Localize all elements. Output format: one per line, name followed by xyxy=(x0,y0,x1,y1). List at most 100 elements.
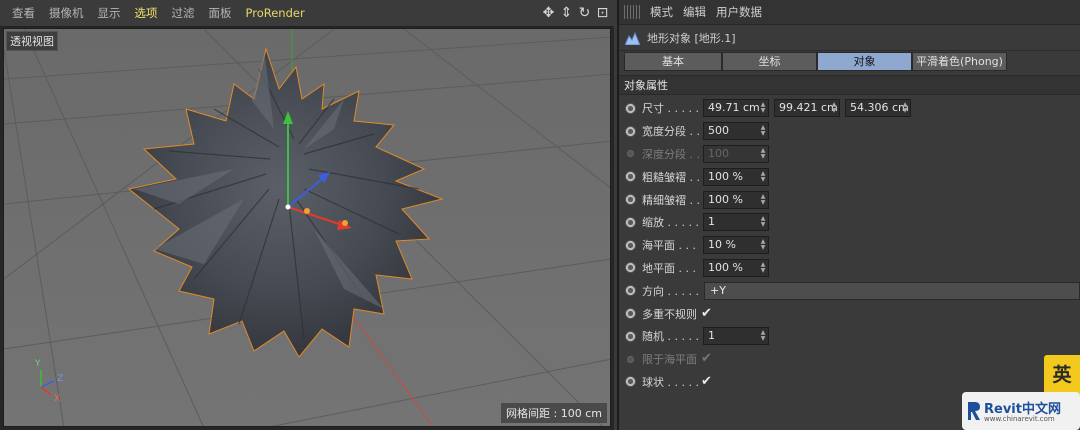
grid-spacing-label: 网格间距 : 100 cm xyxy=(501,403,607,423)
prop-plateau-level: 地平面 . . . 100 % ▲ ▼ xyxy=(619,257,1080,280)
spinner-icon[interactable]: ▲ ▼ xyxy=(760,102,766,114)
prop-sea-level-label: 海平面 . . . xyxy=(642,239,696,253)
corner-axis-x-label: X xyxy=(54,394,61,404)
tab-basic[interactable]: 基本 xyxy=(624,52,722,71)
attr-menu-userdata[interactable]: 用户数据 xyxy=(716,4,762,20)
prop-spherical: 球状 . . . . . ✔ xyxy=(619,371,1080,394)
scale-value: 1 xyxy=(708,215,715,229)
viewport-menu-camera[interactable]: 摄像机 xyxy=(47,5,86,21)
animate-dot-icon[interactable] xyxy=(625,239,636,251)
attribute-manager: 模式 编辑 用户数据 地形对象 [地形.1] 基本 坐标 对象 平滑着色(Pho… xyxy=(617,0,1080,430)
corner-axis-z-label: Z xyxy=(57,374,64,384)
animate-dot-icon[interactable] xyxy=(625,102,636,114)
animate-dot-icon[interactable] xyxy=(625,216,636,228)
scale-field[interactable]: 1 ▲ ▼ xyxy=(703,213,769,232)
attribute-menubar: 模式 编辑 用户数据 xyxy=(619,0,1080,25)
prop-scale: 缩放 . . . . . 1 ▲ ▼ xyxy=(619,211,1080,234)
spinner-icon: ▲ ▼ xyxy=(760,146,766,160)
fine-wrinkles-field[interactable]: 100 % ▲ ▼ xyxy=(703,190,769,209)
depth-segments-field: 100 ▲ ▼ xyxy=(703,144,769,163)
depth-segments-value: 100 xyxy=(708,146,729,160)
animate-dot-icon[interactable] xyxy=(625,171,636,183)
prop-spherical-label: 球状 . . . . . xyxy=(642,375,699,389)
animate-dot-icon[interactable] xyxy=(625,262,636,274)
tab-phong[interactable]: 平滑着色(Phong) xyxy=(912,52,1007,71)
animate-dot-icon xyxy=(627,355,634,363)
orientation-value: +Y xyxy=(710,283,726,297)
viewport-panel: 查看 摄像机 显示 选项 过滤 面板 ProRender ✥ ⇕ ↻ ⊡ Y Z… xyxy=(0,0,614,430)
spinner-icon[interactable]: ▲ ▼ xyxy=(760,193,766,206)
seed-value: 1 xyxy=(708,329,715,343)
plateau-level-field[interactable]: 100 % ▲ ▼ xyxy=(703,258,769,277)
viewport-menu-prorender[interactable]: ProRender xyxy=(244,6,307,20)
maximize-view-icon[interactable]: ⊡ xyxy=(595,4,610,22)
spinner-icon[interactable]: ▲ ▼ xyxy=(760,261,766,274)
width-segments-value: 500 xyxy=(708,124,729,138)
prop-rough-wrinkles-label: 粗糙皱褶 . . xyxy=(642,170,700,184)
prop-limit-sea-level-label: 限于海平面 xyxy=(642,353,697,367)
spinner-icon[interactable]: ▲ ▼ xyxy=(760,330,766,342)
animate-dot-icon[interactable] xyxy=(625,376,636,388)
spinner-icon[interactable]: ▲ ▼ xyxy=(760,170,766,183)
object-header: 地形对象 [地形.1] xyxy=(619,25,1080,51)
view-name-label[interactable]: 透视视图 xyxy=(6,31,58,51)
spinner-icon[interactable]: ▲ ▼ xyxy=(902,102,908,114)
viewport-tools: ✥ ⇕ ↻ ⊡ xyxy=(541,4,610,22)
ime-badge: 英 xyxy=(1044,355,1080,395)
viewport-menu-view[interactable]: 查看 xyxy=(10,5,37,21)
animate-dot-icon[interactable] xyxy=(625,125,636,137)
multifractal-checkbox[interactable]: ✔ xyxy=(701,305,712,323)
prop-orientation-label: 方向 . . . . . xyxy=(642,284,699,298)
fine-wrinkles-value: 100 % xyxy=(708,192,743,206)
width-segments-field[interactable]: 500 ▲ ▼ xyxy=(703,122,769,141)
panel-grip-icon[interactable] xyxy=(624,5,640,19)
prop-rough-wrinkles: 粗糙皱褶 . . 100 % ▲ ▼ xyxy=(619,165,1080,188)
section-title: 对象属性 xyxy=(619,75,1080,95)
orientation-dropdown[interactable]: +Y xyxy=(704,281,1080,300)
animate-dot-icon[interactable] xyxy=(625,194,636,206)
spinner-icon[interactable]: ▲ ▼ xyxy=(831,102,837,114)
object-title: 地形对象 [地形.1] xyxy=(647,31,736,45)
spherical-checkbox[interactable]: ✔ xyxy=(701,373,712,391)
prop-plateau-level-label: 地平面 . . . xyxy=(642,261,696,275)
tab-object[interactable]: 对象 xyxy=(817,52,912,71)
viewport-menu-panel[interactable]: 面板 xyxy=(207,5,234,21)
prop-seed: 随机 . . . . . 1 ▲ ▼ xyxy=(619,325,1080,348)
move-view-icon[interactable]: ✥ xyxy=(541,4,556,22)
prop-sea-level: 海平面 . . . 10 % ▲ ▼ xyxy=(619,234,1080,257)
prop-multifractal-label: 多重不规则 xyxy=(642,307,697,321)
prop-width-segments: 宽度分段 . . 500 ▲ ▼ xyxy=(619,120,1080,143)
viewport-menu-options[interactable]: 选项 xyxy=(133,5,160,21)
watermark-subtext: www.chinarevit.com xyxy=(984,415,1055,423)
spinner-icon[interactable]: ▲ ▼ xyxy=(760,216,766,228)
plateau-level-value: 100 % xyxy=(708,260,743,274)
tab-coordinates[interactable]: 坐标 xyxy=(722,52,817,71)
prop-fine-wrinkles-label: 精细皱褶 . . xyxy=(642,193,700,207)
animate-dot-icon[interactable] xyxy=(625,308,636,320)
prop-scale-label: 缩放 . . . . . xyxy=(642,216,699,230)
spinner-icon[interactable]: ▲ ▼ xyxy=(760,125,766,137)
rotate-view-icon[interactable]: ↻ xyxy=(577,4,592,22)
zoom-view-icon[interactable]: ⇕ xyxy=(559,4,574,22)
rough-wrinkles-field[interactable]: 100 % ▲ ▼ xyxy=(703,167,769,186)
size-y-field[interactable]: 99.421 cm ▲ ▼ xyxy=(774,99,840,118)
animate-dot-icon xyxy=(627,150,634,158)
attr-menu-edit[interactable]: 编辑 xyxy=(683,4,706,20)
size-z-value: 54.306 cm xyxy=(850,101,909,115)
viewport-menu-display[interactable]: 显示 xyxy=(96,5,123,21)
viewport-menu-filter[interactable]: 过滤 xyxy=(170,5,197,21)
seed-field[interactable]: 1 ▲ ▼ xyxy=(703,327,769,346)
viewport-canvas[interactable]: Y Z X 透视视图 网格间距 : 100 cm xyxy=(3,28,611,427)
sea-level-field[interactable]: 10 % ▲ ▼ xyxy=(703,236,769,255)
property-list: 尺寸 . . . . . 49.71 cm ▲ ▼ 99.421 cm ▲ ▼ 54.3… xyxy=(619,95,1080,393)
size-z-field[interactable]: 54.306 cm ▲ ▼ xyxy=(845,99,911,118)
animate-dot-icon[interactable] xyxy=(625,285,636,297)
landscape-icon xyxy=(625,31,640,45)
attr-menu-mode[interactable]: 模式 xyxy=(650,4,673,20)
animate-dot-icon[interactable] xyxy=(625,330,636,342)
viewport-scene xyxy=(4,29,610,426)
spinner-icon[interactable]: ▲ ▼ xyxy=(760,239,766,251)
size-x-field[interactable]: 49.71 cm ▲ ▼ xyxy=(703,99,769,118)
limit-sea-level-checkbox: ✔ xyxy=(701,351,712,367)
rough-wrinkles-value: 100 % xyxy=(708,169,743,183)
